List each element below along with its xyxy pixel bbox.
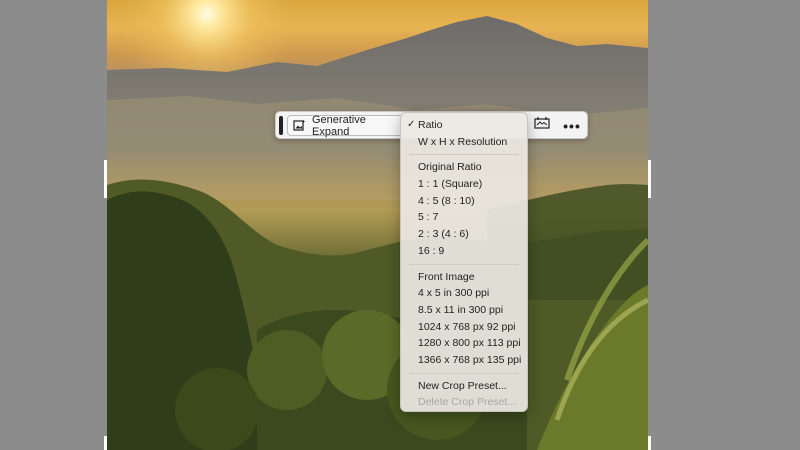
- menu-item-4x5-300ppi[interactable]: 4 x 5 in 300 ppi: [401, 285, 527, 302]
- menu-item-label: 1 : 1 (Square): [418, 178, 483, 191]
- landscape-photo[interactable]: [107, 0, 648, 450]
- menu-item-label: 1280 x 800 px 113 ppi: [418, 337, 521, 350]
- menu-separator: [409, 263, 519, 265]
- menu-item-4-5[interactable]: 4 : 5 (8 : 10): [401, 193, 527, 210]
- generative-expand-label: Generative Expand: [312, 113, 366, 138]
- menu-item-label: Delete Crop Preset...: [418, 396, 517, 409]
- menu-item-front-image[interactable]: Front Image: [401, 269, 527, 286]
- crop-handle-left[interactable]: [104, 160, 107, 198]
- menu-item-2-3[interactable]: 2 : 3 (4 : 6): [401, 226, 527, 243]
- crop-handle-bottom-right[interactable]: [648, 436, 651, 450]
- menu-item-original-ratio[interactable]: Original Ratio: [401, 159, 527, 176]
- toolbar-drag-handle[interactable]: [279, 116, 283, 135]
- landscape-illustration: [107, 0, 648, 450]
- menu-item-label: Ratio: [418, 119, 443, 131]
- crop-handle-right[interactable]: [648, 160, 651, 198]
- generative-expand-button[interactable]: Generative Expand: [287, 113, 403, 138]
- menu-item-wxhxresolution[interactable]: W x H x Resolution: [401, 134, 527, 151]
- checkmark-icon: ✓: [407, 119, 416, 130]
- menu-item-label: 4 : 5 (8 : 10): [418, 194, 475, 207]
- menu-item-label: 4 x 5 in 300 ppi: [418, 287, 490, 300]
- menu-item-1-1-square[interactable]: 1 : 1 (Square): [401, 176, 527, 193]
- menu-item-label: New Crop Preset...: [418, 379, 507, 392]
- menu-item-1280x800[interactable]: 1280 x 800 px 113 ppi: [401, 335, 527, 352]
- crop-handle-bottom-left[interactable]: [104, 436, 107, 450]
- menu-item-label: 1366 x 768 px 135 ppi: [418, 353, 522, 366]
- menu-item-1024x768[interactable]: 1024 x 768 px 92 ppi: [401, 319, 527, 336]
- menu-item-1366x768[interactable]: 1366 x 768 px 135 ppi: [401, 352, 527, 369]
- menu-item-label: Original Ratio: [418, 161, 482, 174]
- menu-item-label: 8.5 x 11 in 300 ppi: [418, 303, 504, 316]
- menu-separator: [409, 154, 519, 156]
- menu-item-label: Front Image: [418, 270, 475, 283]
- menu-item-16-9[interactable]: 16 : 9: [401, 243, 527, 260]
- menu-item-8-5x11-300ppi[interactable]: 8.5 x 11 in 300 ppi: [401, 302, 527, 319]
- menu-item-5-7[interactable]: 5 : 7: [401, 209, 527, 226]
- menu-item-label: 2 : 3 (4 : 6): [418, 228, 469, 241]
- menu-separator: [409, 372, 519, 374]
- menu-item-ratio[interactable]: ✓ Ratio: [401, 117, 527, 134]
- crop-ratio-button[interactable]: [532, 116, 552, 135]
- menu-item-label: 16 : 9: [418, 244, 445, 257]
- menu-item-new-crop-preset[interactable]: New Crop Preset...: [401, 378, 527, 395]
- menu-item-label: W x H x Resolution: [418, 135, 508, 148]
- more-options-icon: •••: [563, 117, 581, 134]
- crop-ratio-icon: [534, 116, 550, 135]
- generative-expand-icon: [293, 119, 306, 132]
- menu-item-delete-crop-preset: Delete Crop Preset...: [401, 394, 527, 411]
- crop-ratio-dropdown-menu: ✓ Ratio W x H x Resolution Original Rati…: [400, 112, 528, 412]
- menu-item-label: 1024 x 768 px 92 ppi: [418, 320, 516, 333]
- more-options-button[interactable]: •••: [562, 116, 582, 135]
- menu-item-label: 5 : 7: [418, 211, 439, 224]
